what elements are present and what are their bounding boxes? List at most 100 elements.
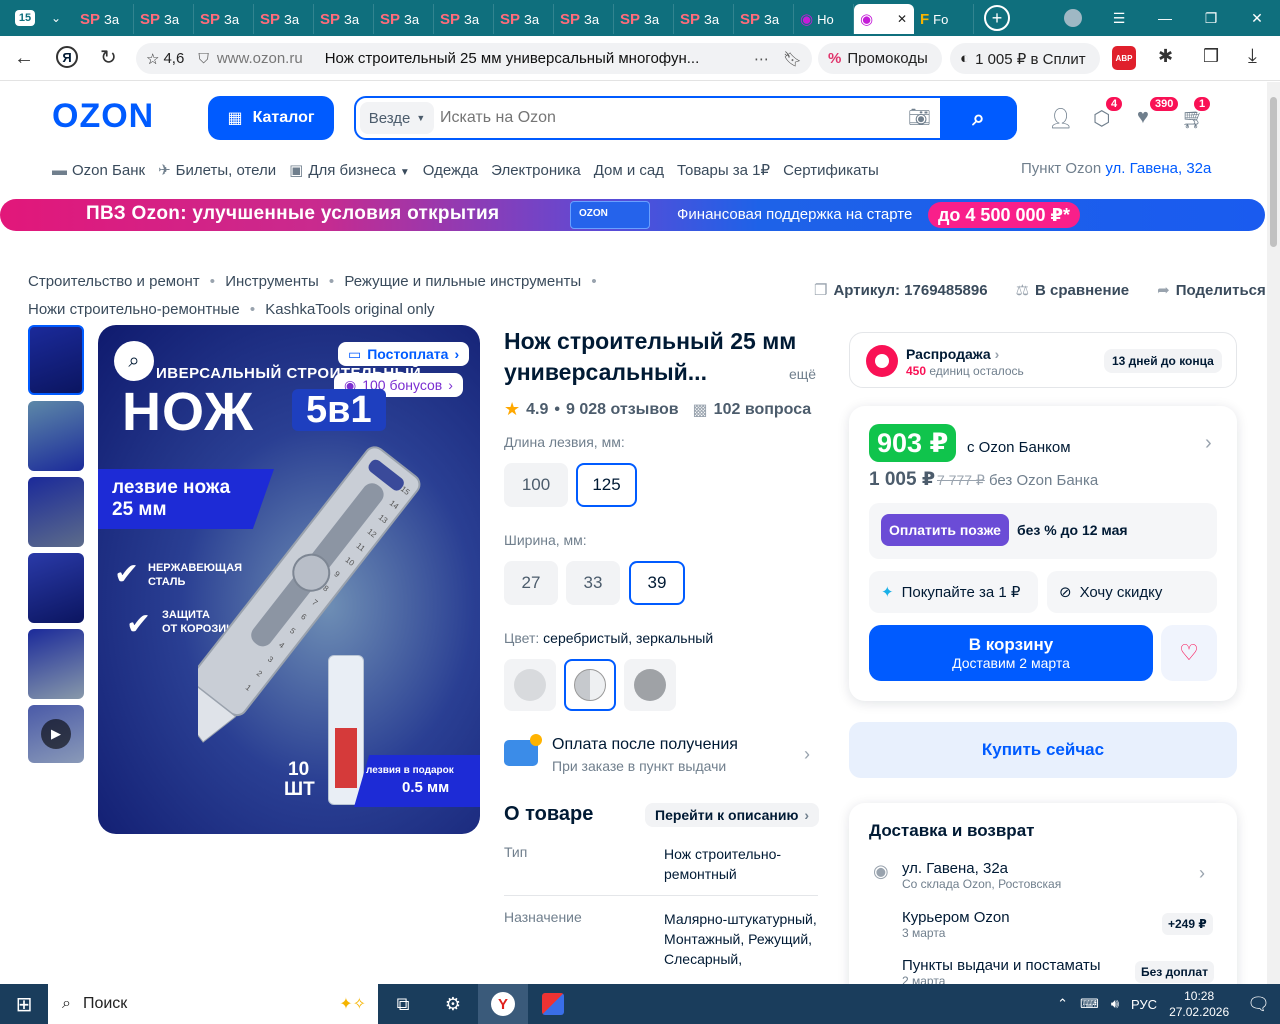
yandex-icon[interactable]: Я (56, 46, 78, 68)
task-view-icon[interactable]: ⧉ (378, 994, 428, 1015)
browser-tab[interactable]: SP За (614, 4, 674, 34)
clock[interactable]: 10:28 27.02.2026 (1169, 988, 1229, 1020)
payment-after-row[interactable]: Оплата после получения При заказе в пунк… (504, 734, 818, 778)
sale-card[interactable]: Распродажа › 450 единиц осталось 13 дней … (849, 332, 1237, 388)
browser-tab[interactable]: SP За (674, 4, 734, 34)
adblock-icon[interactable]: ABP (1112, 46, 1136, 70)
volume-icon[interactable]: 🔊︎ (1111, 996, 1119, 1012)
pay-later-row[interactable]: Оплатить позже без % до 12 мая (869, 503, 1217, 559)
pickup-point[interactable]: Пункт Ozon ул. Гавена, 32а (1021, 160, 1211, 177)
close-tab-icon[interactable]: ✕ (897, 12, 907, 26)
restore-icon[interactable]: ❐ (1188, 0, 1234, 36)
buy-now-button[interactable]: Купить сейчас (849, 722, 1237, 778)
profile-user-icon[interactable]: 👤︎ (1048, 106, 1073, 131)
article-copy[interactable]: ❐ Артикул: 1769485896 (814, 281, 988, 299)
tray-chevron-up-icon[interactable]: ⌃ (1057, 996, 1068, 1012)
profile-icon[interactable] (1050, 0, 1096, 36)
thumbnail-item[interactable] (28, 477, 84, 547)
thumbnail-item[interactable] (28, 553, 84, 623)
more-dots-icon[interactable]: ⋯ (754, 50, 769, 68)
breadcrumb-item[interactable]: Ножи строительно-ремонтные (28, 301, 240, 318)
back-icon[interactable]: ← (14, 47, 34, 70)
reviews-link[interactable]: 9 028 отзывов (566, 401, 679, 419)
main-product-image[interactable]: ⌕ ▭ Постоплата › ◉ 100 бонусов › ИВЕРСАЛЬНЫЙ… (98, 325, 480, 834)
nav-electronics[interactable]: Электроника (491, 162, 581, 179)
go-to-description-button[interactable]: Перейти к описанию › (645, 803, 820, 827)
windows-start-icon[interactable]: ⊞ (0, 992, 48, 1017)
share-button[interactable]: ➦ Поделиться (1157, 281, 1266, 299)
browser-tab[interactable]: SP За (554, 4, 614, 34)
browser-tab[interactable]: SP За (374, 4, 434, 34)
chevron-right-icon[interactable]: › (1199, 863, 1205, 884)
browser-tab[interactable]: SP За (134, 4, 194, 34)
reload-icon[interactable]: ↻ (100, 45, 117, 70)
page-scrollbar[interactable] (1267, 82, 1280, 984)
network-icon[interactable]: ⌨︎ (1080, 996, 1099, 1012)
color-option-gray[interactable] (624, 659, 676, 711)
favorites-icon[interactable]: ♥ (1137, 106, 1149, 129)
nav-tickets[interactable]: ✈ Билеты, отели (158, 161, 276, 179)
promocodes-button[interactable]: % Промокоды (818, 43, 942, 74)
questions-link[interactable]: 102 вопроса (714, 401, 812, 419)
settings-gear-icon[interactable]: ⚙ (428, 994, 478, 1015)
new-tab-icon[interactable]: + (984, 5, 1010, 31)
nav-ozon-bank[interactable]: ▬ Ozon Банк (52, 162, 145, 179)
collections-icon[interactable]: ❒ (1203, 46, 1219, 67)
breadcrumb-item[interactable]: Инструменты (225, 273, 319, 290)
url-field[interactable]: ☆ 4,6 ⛉ www.ozon.ru Нож строительный 25 … (136, 43, 812, 74)
want-discount-button[interactable]: ⊘ Хочу скидку (1047, 571, 1217, 613)
browser-tab[interactable]: SP За (494, 4, 554, 34)
nav-clothes[interactable]: Одежда (423, 162, 478, 179)
color-option-mirror[interactable] (564, 659, 616, 711)
width-option[interactable]: 33 (566, 561, 620, 605)
length-option-selected[interactable]: 125 (576, 463, 637, 507)
browser-tab[interactable]: SP За (734, 4, 794, 34)
length-option[interactable]: 100 (504, 463, 568, 507)
catalog-button[interactable]: ▦ Каталог (208, 96, 334, 140)
search-scope-select[interactable]: Везде ▼ (360, 102, 434, 134)
color-option-silver[interactable] (504, 659, 556, 711)
browser-tab[interactable]: SP За (254, 4, 314, 34)
breadcrumb-item[interactable]: KashkaTools original only (265, 301, 434, 318)
breadcrumb-item[interactable]: Строительство и ремонт (28, 273, 200, 290)
browser-tab[interactable]: SP За (74, 4, 134, 34)
title-more-link[interactable]: ещё (789, 366, 816, 382)
language-indicator[interactable]: РУС (1131, 997, 1157, 1012)
minimize-icon[interactable]: — (1142, 0, 1188, 36)
scrollbar-thumb[interactable] (1270, 97, 1277, 247)
notifications-icon[interactable]: 🗨︎ (1247, 994, 1270, 1015)
tab-list-chevron-icon[interactable]: ⌄ (42, 11, 70, 25)
tab-counter[interactable]: 15 (8, 5, 42, 31)
app-taskbar-icon[interactable] (528, 984, 578, 1024)
buy-for-1-button[interactable]: ✦ Покупайте за 1 ₽ (869, 571, 1038, 613)
browser-tab[interactable]: SP За (434, 4, 494, 34)
extensions-icon[interactable]: ✱ (1158, 46, 1173, 67)
search-input[interactable] (440, 102, 890, 134)
nav-business[interactable]: ▣ Для бизнеса ▼ (289, 161, 410, 179)
width-option[interactable]: 27 (504, 561, 558, 605)
thumbnail-video[interactable]: ▶ (28, 705, 84, 763)
browser-tab[interactable]: F Fo (914, 4, 974, 34)
pay-later-button[interactable]: Оплатить позже (881, 514, 1009, 546)
image-search-icon[interactable]: ⌕ (114, 341, 154, 381)
thumbnail-item[interactable] (28, 325, 84, 395)
ozon-logo[interactable]: OZON (52, 97, 154, 136)
nav-goods-1rub[interactable]: Товары за 1₽ (677, 161, 770, 179)
close-icon[interactable]: ✕ (1234, 0, 1280, 36)
add-to-cart-button[interactable]: В корзину Доставим 2 марта (869, 625, 1153, 681)
thumbnail-item[interactable] (28, 629, 84, 699)
compare-button[interactable]: ⚖ В сравнение (1016, 281, 1130, 299)
menu-icon[interactable]: ☰ (1096, 0, 1142, 36)
postpay-badge[interactable]: ▭ Постоплата › (338, 342, 470, 366)
thumbnail-item[interactable] (28, 401, 84, 471)
delivery-address[interactable]: ул. Гавена, 32а (902, 860, 1008, 877)
nav-certificates[interactable]: Сертификаты (783, 162, 879, 179)
camera-icon[interactable]: 📷︎ (908, 107, 931, 128)
promo-banner[interactable]: ПВЗ Ozon: улучшенные условия открытия OZ… (0, 199, 1265, 231)
split-button[interactable]: ◐ 1 005 ₽ в Сплит (950, 43, 1100, 74)
nav-home-garden[interactable]: Дом и сад (594, 162, 664, 179)
breadcrumb-item[interactable]: Режущие и пильные инструменты (344, 273, 581, 290)
browser-tab[interactable]: ◉ ✕ (854, 4, 914, 34)
browser-tab[interactable]: ◉ Но (794, 4, 854, 34)
add-favorite-heart-icon[interactable]: ♡ (1161, 625, 1217, 681)
